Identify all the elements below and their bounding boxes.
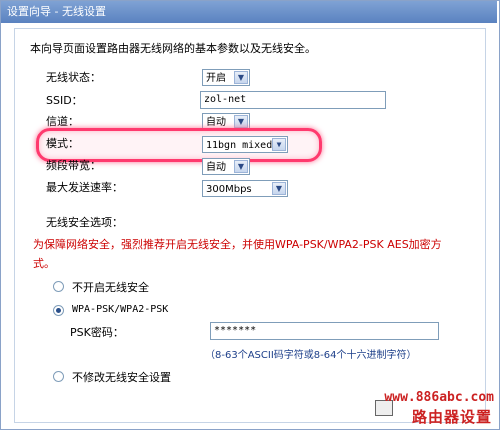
ssid-input[interactable]: zol-net	[200, 91, 386, 109]
security-heading: 无线安全选项：	[46, 216, 123, 229]
page-title: 设置向导 - 无线设置	[7, 5, 106, 18]
chevron-down-icon: ▼	[234, 71, 248, 84]
bandwidth-label: 频段带宽：	[46, 159, 101, 172]
bandwidth-value: 自动	[206, 162, 226, 173]
radio-no-change[interactable]	[53, 371, 64, 382]
intro-text: 本向导页面设置路由器无线网络的基本参数以及无线安全。	[30, 42, 316, 55]
opt-wpa-label: WPA-PSK/WPA2-PSK	[72, 304, 169, 315]
status-value: 开启	[206, 73, 226, 84]
chevron-down-icon: ▼	[234, 160, 248, 173]
radio-security-off[interactable]	[53, 281, 64, 292]
watermark-url: www.886abc.com	[384, 390, 494, 405]
mode-select[interactable]: 11bgn mixed ▼	[202, 136, 288, 153]
title-bar: 设置向导 - 无线设置	[1, 1, 497, 23]
security-warning-line2: 式。	[33, 257, 55, 270]
opt-off-label: 不开启无线安全	[72, 281, 149, 294]
chevron-down-icon: ▼	[234, 115, 248, 128]
ssid-label: SSID：	[46, 94, 83, 107]
psk-input[interactable]: *******	[210, 322, 439, 340]
opt-nochange-label: 不修改无线安全设置	[72, 371, 171, 384]
channel-value: 自动	[206, 117, 226, 128]
psk-label: PSK密码：	[70, 326, 124, 339]
maxrate-select[interactable]: 300Mbps ▼	[202, 180, 288, 197]
mode-value: 11bgn mixed	[206, 140, 273, 151]
psk-hint: （8-63个ASCII码字符或8-64个十六进制字符）	[205, 350, 417, 361]
maxrate-value: 300Mbps	[206, 184, 252, 195]
bandwidth-select[interactable]: 自动 ▼	[202, 158, 250, 175]
security-warning-line1: 为保障网络安全，强烈推荐开启无线安全，并使用WPA-PSK/WPA2-PSK A…	[33, 238, 442, 251]
status-select[interactable]: 开启 ▼	[202, 69, 250, 86]
chevron-down-icon: ▼	[272, 138, 286, 151]
status-label: 无线状态：	[46, 71, 101, 84]
radio-wpa-psk[interactable]	[53, 305, 64, 316]
chevron-down-icon: ▼	[272, 182, 286, 195]
watermark-text: 路由器设置	[411, 408, 492, 426]
mode-label: 模式：	[46, 137, 79, 150]
maxrate-label: 最大发送速率：	[46, 181, 123, 194]
